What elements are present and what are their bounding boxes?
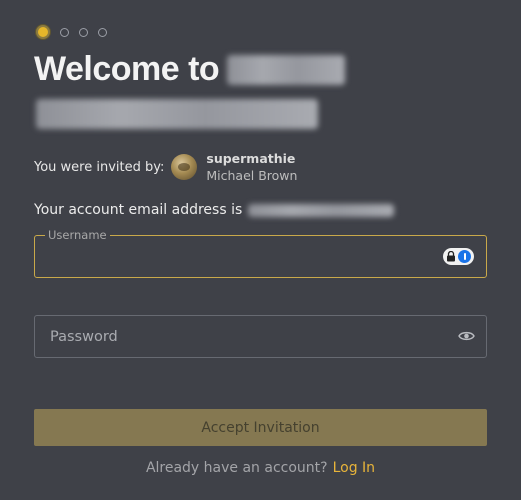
step-dot <box>60 27 69 37</box>
step-dot-current <box>36 25 50 39</box>
page-title: Welcome to <box>34 50 346 89</box>
accept-invitation-button[interactable]: Accept Invitation <box>34 409 487 446</box>
email-label: Your account email address is <box>34 202 243 218</box>
redacted-email <box>248 203 395 217</box>
step-dot <box>79 27 88 37</box>
invited-by-row: You were invited by: supermathie Michael… <box>34 150 297 184</box>
username-label: Username <box>45 228 110 242</box>
step-dot <box>98 27 107 37</box>
username-input[interactable] <box>35 236 486 277</box>
inviter-fullname: Michael Brown <box>206 168 298 183</box>
login-prompt: Already have an account? Log In <box>0 460 521 476</box>
inviter-info: supermathie Michael Brown <box>206 150 297 184</box>
step-indicator <box>36 25 107 39</box>
invite-page: Welcome to You were invited by: supermat… <box>0 0 521 500</box>
welcome-text: Welcome to <box>34 50 220 88</box>
have-account-text: Already have an account? <box>145 460 328 476</box>
show-password-eye-icon[interactable] <box>458 329 475 343</box>
inviter-username[interactable]: supermathie <box>206 150 297 167</box>
password-input[interactable] <box>35 316 486 357</box>
username-field: Username <box>34 228 487 278</box>
redacted-site-name-part2 <box>36 99 318 129</box>
redacted-site-name-part1 <box>227 54 346 85</box>
key-icon <box>458 250 471 263</box>
password-field <box>34 315 487 358</box>
password-manager-icon[interactable] <box>443 248 474 265</box>
avatar[interactable] <box>171 154 198 180</box>
account-email-row: Your account email address is <box>34 202 395 218</box>
invited-by-label: You were invited by: <box>34 159 165 175</box>
login-link[interactable]: Log In <box>333 460 375 476</box>
lock-icon <box>447 251 455 262</box>
page-title-line2 <box>36 99 318 133</box>
